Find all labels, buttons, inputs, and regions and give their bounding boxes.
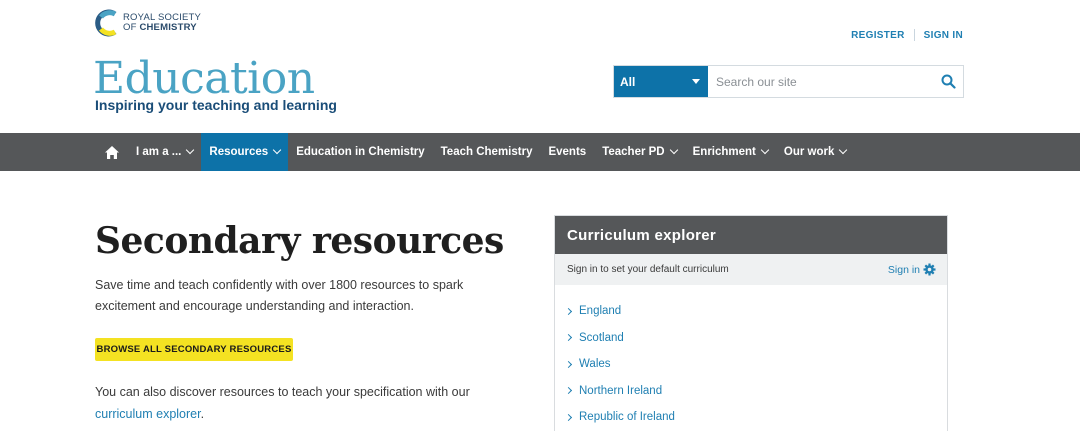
curriculum-item-label: Northern Ireland: [579, 384, 663, 397]
chevron-down-icon: [272, 145, 282, 155]
nav-item-label: Events: [548, 146, 587, 158]
search-input[interactable]: [708, 66, 933, 97]
nav-resources[interactable]: Resources: [201, 133, 289, 171]
page: ROYAL SOCIETY OF CHEMISTRY REGISTER SIGN…: [0, 0, 1080, 431]
chevron-down-icon: [760, 145, 770, 155]
nav-education-in-chemistry[interactable]: Education in Chemistry: [288, 133, 432, 171]
curriculum-item-northern-ireland[interactable]: Northern Ireland: [555, 378, 947, 405]
browse-all-secondary-button[interactable]: BROWSE ALL SECONDARY RESOURCES: [95, 338, 293, 361]
panel-sign-in-link[interactable]: Sign in: [888, 263, 936, 276]
caret-down-icon: [692, 79, 700, 84]
rsc-logo[interactable]: ROYAL SOCIETY OF CHEMISTRY: [95, 8, 201, 38]
gear-icon: [923, 263, 936, 276]
search-button[interactable]: [933, 66, 963, 97]
panel-title: Curriculum explorer: [555, 216, 947, 254]
curriculum-item-wales[interactable]: Wales: [555, 351, 947, 378]
chevron-down-icon: [839, 145, 848, 155]
nav-events[interactable]: Events: [540, 133, 594, 171]
chevron-right-icon: [564, 307, 573, 315]
rsc-logo-icon: [95, 8, 121, 38]
note-end: .: [200, 407, 205, 421]
nav-home[interactable]: [96, 133, 128, 171]
curriculum-item-label: Wales: [579, 358, 611, 371]
page-title: Secondary resources: [95, 220, 504, 262]
rsc-logo-text: ROYAL SOCIETY OF CHEMISTRY: [123, 13, 201, 33]
curriculum-list: England Scotland Wales Northern Ireland …: [555, 285, 947, 431]
search-scope-value: All: [620, 74, 636, 89]
nav-item-label: Resources: [209, 146, 269, 158]
site-search: All: [613, 65, 964, 98]
chevron-right-icon: [564, 334, 573, 342]
home-icon: [105, 145, 119, 159]
note-text: You can also discover resources to teach…: [95, 385, 470, 399]
curriculum-explorer-link[interactable]: curriculum explorer: [95, 407, 201, 421]
nav-item-label: Our work: [783, 146, 835, 158]
logo-line-2-bold: CHEMISTRY: [139, 22, 197, 33]
nav-item-label: I am a ...: [136, 146, 182, 158]
curriculum-item-england[interactable]: England: [555, 298, 947, 325]
chevron-right-icon: [564, 360, 573, 368]
nav-teach-chemistry[interactable]: Teach Chemistry: [433, 133, 541, 171]
panel-signin-bar: Sign in to set your default curriculum S…: [555, 254, 947, 285]
chevron-right-icon: [564, 387, 573, 395]
sign-in-link[interactable]: SIGN IN: [924, 30, 963, 41]
nav-item-label: Enrichment: [692, 146, 756, 158]
logo-line-2-prefix: OF: [123, 22, 140, 33]
nav-our-work[interactable]: Our work: [776, 133, 854, 171]
curriculum-item-label: England: [579, 305, 622, 318]
curriculum-item-republic-of-ireland[interactable]: Republic of Ireland: [555, 404, 947, 431]
signin-prompt: Sign in to set your default curriculum: [567, 264, 729, 275]
link-divider: [913, 29, 915, 41]
chevron-right-icon: [564, 413, 573, 421]
search-icon: [941, 74, 956, 89]
curriculum-item-label: Scotland: [579, 331, 624, 344]
register-link[interactable]: REGISTER: [851, 30, 905, 41]
nav-i-am-a[interactable]: I am a ...: [128, 133, 201, 171]
curriculum-explorer-note: You can also discover resources to teach…: [95, 381, 515, 425]
nav-item-label: Teach Chemistry: [440, 146, 533, 158]
nav-enrichment[interactable]: Enrichment: [685, 133, 776, 171]
chevron-down-icon: [186, 145, 195, 155]
curriculum-explorer-panel: Curriculum explorer Sign in to set your …: [554, 215, 948, 431]
panel-sign-in-label: Sign in: [887, 263, 920, 276]
account-links: REGISTER SIGN IN: [851, 29, 963, 41]
curriculum-item-label: Republic of Ireland: [579, 411, 675, 424]
search-scope-select[interactable]: All: [614, 66, 708, 97]
brand-tagline: Inspiring your teaching and learning: [95, 97, 337, 113]
curriculum-item-scotland[interactable]: Scotland: [555, 325, 947, 352]
chevron-down-icon: [669, 145, 678, 155]
main-nav: I am a ... Resources Education in Chemis…: [0, 133, 1080, 171]
main-nav-items: I am a ... Resources Education in Chemis…: [96, 133, 854, 171]
nav-item-label: Teacher PD: [602, 146, 665, 158]
intro-text: Save time and teach confidently with ove…: [95, 278, 464, 313]
nav-teacher-pd[interactable]: Teacher PD: [594, 133, 684, 171]
nav-item-label: Education in Chemistry: [296, 146, 425, 158]
